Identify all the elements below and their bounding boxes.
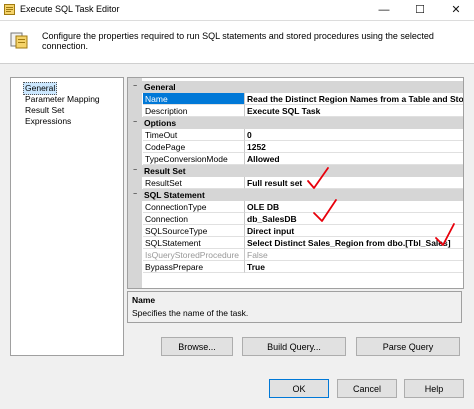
property-name: BypassPrepare <box>143 261 245 273</box>
property-name: Connection <box>143 213 245 225</box>
nav-item-result-set[interactable]: Result Set <box>24 105 65 116</box>
property-value[interactable]: Select Distinct Sales_Region from dbo.[T… <box>245 237 463 249</box>
property-value[interactable]: Direct input <box>245 225 463 237</box>
property-value[interactable]: db_SalesDB <box>245 213 463 225</box>
window-title: Execute SQL Task Editor <box>20 4 120 14</box>
property-row-connection[interactable]: Connection db_SalesDB <box>128 213 463 225</box>
dialog-header: Configure the properties required to run… <box>0 21 474 64</box>
close-icon: ✕ <box>451 4 461 16</box>
parse-query-button[interactable]: Parse Query <box>356 337 460 356</box>
property-row-timeout[interactable]: TimeOut 0 <box>128 129 463 141</box>
ok-button[interactable]: OK <box>269 379 329 398</box>
category-sql-statement[interactable]: − SQL Statement <box>128 189 463 201</box>
property-grid[interactable]: − General Name Read the Distinct Region … <box>127 77 464 289</box>
property-row-sql-statement[interactable]: SQLStatement Select Distinct Sales_Regio… <box>128 237 463 249</box>
property-row-is-query-stored-procedure: IsQueryStoredProcedure False <box>128 249 463 261</box>
property-value[interactable]: True <box>245 261 463 273</box>
build-query-button[interactable]: Build Query... <box>242 337 346 356</box>
property-value[interactable]: Allowed <box>245 153 463 165</box>
minimize-button[interactable]: — <box>366 0 402 20</box>
nav-item-parameter-mapping[interactable]: Parameter Mapping <box>24 94 101 105</box>
property-description-panel: Name Specifies the name of the task. <box>127 291 462 323</box>
property-row-type-conversion-mode[interactable]: TypeConversionMode Allowed <box>128 153 463 165</box>
property-value: False <box>245 249 463 261</box>
description-text: Specifies the name of the task. <box>132 308 249 318</box>
property-row-name[interactable]: Name Read the Distinct Region Names from… <box>128 93 463 105</box>
category-label: SQL Statement <box>144 190 205 200</box>
header-instructions: Configure the properties required to run… <box>42 31 434 51</box>
maximize-icon: ☐ <box>415 4 425 16</box>
property-name: TimeOut <box>143 129 245 141</box>
close-button[interactable]: ✕ <box>438 0 474 20</box>
collapse-icon[interactable]: − <box>131 191 139 199</box>
property-value[interactable]: Read the Distinct Region Names from a Ta… <box>245 93 463 105</box>
property-name: CodePage <box>143 141 245 153</box>
property-row-result-set[interactable]: ResultSet Full result set <box>128 177 463 189</box>
nav-item-expressions[interactable]: Expressions <box>24 116 72 127</box>
property-value[interactable]: Full result set <box>245 177 463 189</box>
title-bar: Execute SQL Task Editor — ☐ ✕ <box>0 0 474 21</box>
category-label: General <box>144 82 176 92</box>
property-row-sql-source-type[interactable]: SQLSourceType Direct input <box>128 225 463 237</box>
maximize-button[interactable]: ☐ <box>402 0 438 20</box>
property-row-bypass-prepare[interactable]: BypassPrepare True <box>128 261 463 273</box>
property-value[interactable]: 0 <box>245 129 463 141</box>
property-name: Name <box>143 93 245 105</box>
property-value[interactable]: Execute SQL Task <box>245 105 463 117</box>
app-icon <box>4 4 15 15</box>
property-row-codepage[interactable]: CodePage 1252 <box>128 141 463 153</box>
property-name: ResultSet <box>143 177 245 189</box>
property-value[interactable]: OLE DB <box>245 201 463 213</box>
page-navigation: General Parameter Mapping Result Set Exp… <box>10 77 124 356</box>
cancel-button[interactable]: Cancel <box>337 379 397 398</box>
property-row-description[interactable]: Description Execute SQL Task <box>128 105 463 117</box>
property-name: Description <box>143 105 245 117</box>
collapse-icon[interactable]: − <box>131 119 139 127</box>
category-result-set[interactable]: − Result Set <box>128 165 463 177</box>
minimize-icon: — <box>378 4 390 16</box>
category-label: Result Set <box>144 166 186 176</box>
property-name: ConnectionType <box>143 201 245 213</box>
collapse-icon[interactable]: − <box>131 167 139 175</box>
property-row-connection-type[interactable]: ConnectionType OLE DB <box>128 201 463 213</box>
category-label: Options <box>144 118 177 128</box>
property-name: IsQueryStoredProcedure <box>143 249 245 261</box>
category-general[interactable]: − General <box>128 81 463 93</box>
task-icon <box>10 32 28 49</box>
description-title: Name <box>132 295 156 305</box>
property-name: SQLStatement <box>143 237 245 249</box>
property-name: SQLSourceType <box>143 225 245 237</box>
help-button[interactable]: Help <box>404 379 464 398</box>
collapse-icon[interactable]: − <box>131 83 139 91</box>
property-value[interactable]: 1252 <box>245 141 463 153</box>
browse-button[interactable]: Browse... <box>161 337 233 356</box>
property-name: TypeConversionMode <box>143 153 245 165</box>
category-options[interactable]: − Options <box>128 117 463 129</box>
